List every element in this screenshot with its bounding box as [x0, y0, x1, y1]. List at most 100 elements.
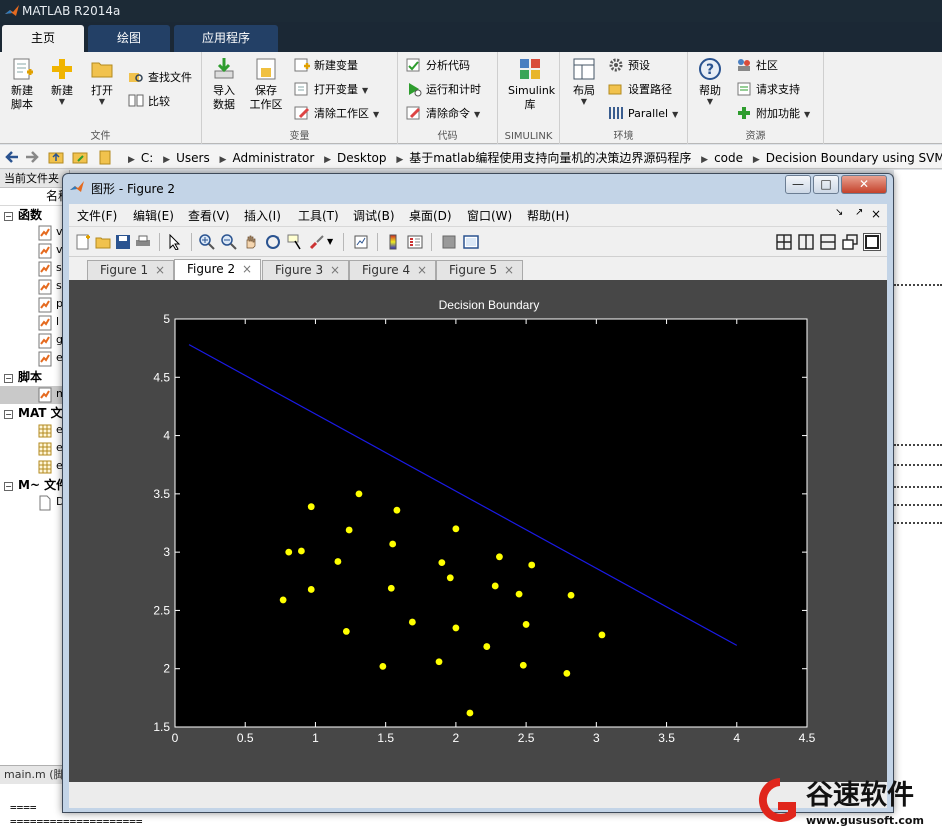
list-item[interactable]: e: [0, 350, 69, 368]
menu-edit[interactable]: 编辑(E): [133, 207, 174, 224]
breadcrumb-item[interactable]: Decision Boundary using SVMs: [766, 151, 942, 165]
menu-file[interactable]: 文件(F): [77, 207, 117, 224]
list-item[interactable]: e: [0, 458, 69, 476]
close-x-icon[interactable]: ×: [871, 207, 881, 221]
menu-tools[interactable]: 工具(T): [298, 207, 339, 224]
menu-window[interactable]: 窗口(W): [467, 207, 512, 224]
browse-folder-icon[interactable]: [72, 149, 88, 165]
new-figure-icon[interactable]: [75, 234, 91, 250]
minimize-button[interactable]: —: [785, 175, 811, 194]
undock-arrow-icon[interactable]: ↗: [855, 207, 863, 218]
list-item[interactable]: l: [0, 314, 69, 332]
new-variable-button[interactable]: 新建变量: [294, 56, 358, 76]
list-item[interactable]: s: [0, 278, 69, 296]
breadcrumb-item[interactable]: C:: [141, 151, 153, 165]
close-tab-icon[interactable]: ×: [242, 260, 252, 279]
axes-background[interactable]: [174, 318, 808, 728]
list-item[interactable]: e: [0, 440, 69, 458]
float-button[interactable]: [841, 233, 859, 251]
maximize-tab-button[interactable]: [863, 233, 881, 251]
back-arrow-icon[interactable]: [4, 149, 20, 165]
tab-figure-2[interactable]: Figure 2 ×: [174, 259, 261, 281]
section-functions[interactable]: − 函数: [0, 206, 69, 224]
list-item[interactable]: s: [0, 260, 69, 278]
analyze-code-button[interactable]: 分析代码: [406, 56, 470, 76]
save-workspace-button[interactable]: 保存 工作区: [246, 56, 286, 112]
name-column-header[interactable]: 名称: [0, 188, 69, 206]
breadcrumb-item[interactable]: Users: [176, 151, 210, 165]
preferences-button[interactable]: 预设: [608, 56, 650, 76]
list-item[interactable]: p: [0, 296, 69, 314]
simulink-library-button[interactable]: Simulink 库: [508, 56, 555, 112]
tab-figure-5[interactable]: Figure 5 ×: [436, 260, 523, 281]
tab-figure-4[interactable]: Figure 4 ×: [349, 260, 436, 281]
collapse-icon[interactable]: −: [4, 374, 13, 383]
clear-commands-button[interactable]: 清除命令 ▼: [406, 104, 480, 124]
section-scripts[interactable]: − 脚本: [0, 368, 69, 386]
hide-plot-tools-icon[interactable]: [441, 234, 457, 250]
tile-rows-button[interactable]: [819, 233, 837, 251]
tile-columns-button[interactable]: [797, 233, 815, 251]
compare-button[interactable]: 比较: [128, 92, 170, 112]
tab-home[interactable]: 主页: [2, 25, 84, 52]
tab-plots[interactable]: 绘图: [88, 25, 170, 52]
find-files-button[interactable]: 查找文件: [128, 68, 192, 88]
new-button[interactable]: 新建 ▼: [42, 56, 82, 106]
add-ons-button[interactable]: 附加功能 ▼: [736, 104, 810, 124]
open-variable-button[interactable]: 打开变量 ▼: [294, 80, 368, 100]
forward-arrow-icon[interactable]: [24, 149, 40, 165]
link-plot-icon[interactable]: [353, 234, 369, 250]
zoom-in-icon[interactable]: [199, 234, 215, 250]
legend-icon[interactable]: [407, 234, 423, 250]
close-tab-icon[interactable]: ×: [504, 261, 514, 280]
breadcrumb-item[interactable]: Administrator: [232, 151, 314, 165]
layout-button[interactable]: 布局 ▼: [564, 56, 604, 106]
set-path-button[interactable]: 设置路径: [608, 80, 672, 100]
pointer-arrow-icon[interactable]: [167, 234, 183, 250]
brush-icon[interactable]: [309, 234, 325, 250]
colorbar-icon[interactable]: [385, 234, 401, 250]
data-cursor-icon[interactable]: [287, 234, 303, 250]
community-button[interactable]: 社区: [736, 56, 778, 76]
chevron-down-icon[interactable]: ▼: [327, 237, 343, 253]
section-mat-files[interactable]: − MAT 文件: [0, 404, 69, 422]
menu-desktop[interactable]: 桌面(D): [409, 207, 452, 224]
print-icon[interactable]: [135, 234, 151, 250]
close-button[interactable]: ✕: [841, 175, 887, 194]
collapse-icon[interactable]: −: [4, 482, 13, 491]
list-item[interactable]: m: [0, 386, 69, 404]
menu-help[interactable]: 帮助(H): [527, 207, 569, 224]
help-button[interactable]: ? 帮助 ▼: [690, 56, 730, 106]
list-item[interactable]: v: [0, 224, 69, 242]
close-tab-icon[interactable]: ×: [155, 261, 165, 280]
tab-figure-3[interactable]: Figure 3 ×: [262, 260, 349, 281]
list-item[interactable]: e: [0, 422, 69, 440]
list-item[interactable]: v: [0, 242, 69, 260]
run-and-time-button[interactable]: 运行和计时: [406, 80, 481, 100]
up-folder-icon[interactable]: [48, 149, 64, 165]
import-data-button[interactable]: 导入 数据: [204, 56, 244, 112]
pan-hand-icon[interactable]: [243, 234, 259, 250]
zoom-out-icon[interactable]: [221, 234, 237, 250]
maximize-button[interactable]: □: [813, 175, 839, 194]
tab-figure-1[interactable]: Figure 1 ×: [87, 260, 174, 281]
menu-view[interactable]: 查看(V): [188, 207, 230, 224]
new-script-button[interactable]: 新建 脚本: [2, 56, 42, 112]
open-button[interactable]: 打开 ▼: [82, 56, 122, 106]
close-tab-icon[interactable]: ×: [330, 261, 340, 280]
parallel-button[interactable]: Parallel ▼: [608, 104, 678, 124]
clear-workspace-button[interactable]: 清除工作区 ▼: [294, 104, 379, 124]
breadcrumb-item[interactable]: code: [714, 151, 743, 165]
save-icon[interactable]: [115, 234, 131, 250]
menu-insert[interactable]: 插入(I): [244, 207, 281, 224]
list-item[interactable]: g: [0, 332, 69, 350]
tab-apps[interactable]: 应用程序: [174, 25, 278, 52]
show-plot-tools-icon[interactable]: [463, 234, 479, 250]
close-tab-icon[interactable]: ×: [417, 261, 427, 280]
collapse-icon[interactable]: −: [4, 212, 13, 221]
menu-debug[interactable]: 调试(B): [353, 207, 395, 224]
section-m-files[interactable]: − M~ 文件: [0, 476, 69, 494]
request-support-button[interactable]: 请求支持: [736, 80, 800, 100]
rotate-3d-icon[interactable]: [265, 234, 281, 250]
breadcrumb-item[interactable]: Desktop: [337, 151, 387, 165]
